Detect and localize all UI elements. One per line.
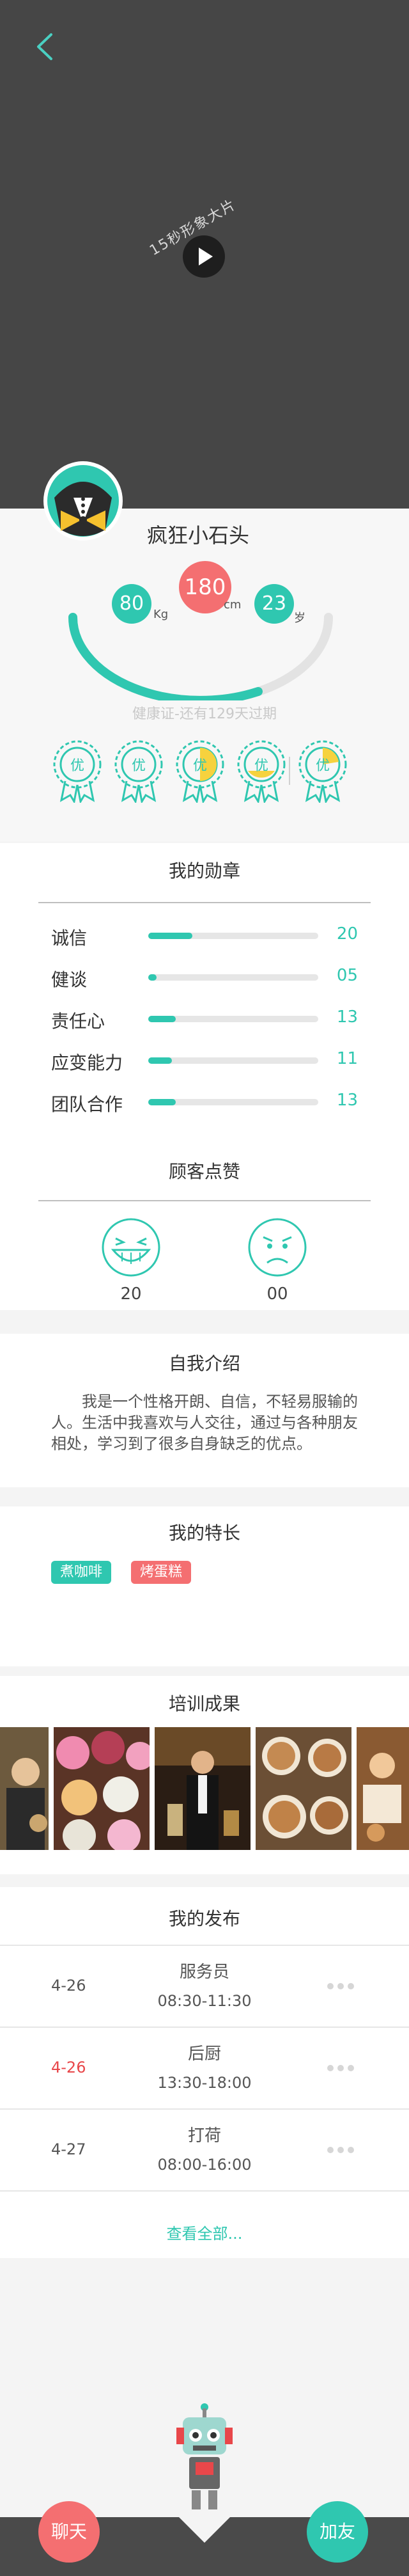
medal-bar-track — [148, 1057, 318, 1064]
medal-bar-fill — [148, 1099, 176, 1105]
medal-bar-fill — [148, 1057, 173, 1064]
happy-face-icon[interactable] — [100, 1217, 162, 1278]
weight-value: 80 — [119, 592, 144, 615]
add-friend-button[interactable]: 加友 — [307, 2501, 368, 2563]
medal-bar-value: 13 — [336, 1091, 358, 1110]
happy-count: 20 — [120, 1284, 142, 1304]
sad-face-icon[interactable] — [247, 1217, 308, 1278]
medal-bar-value: 05 — [336, 966, 358, 985]
post-row[interactable]: 4-26 后厨 13:30-18:00 — [0, 2028, 409, 2108]
medal-icon[interactable]: 优 — [112, 739, 165, 803]
divider — [38, 902, 371, 903]
height-unit: cm — [224, 598, 242, 612]
age-value: 23 — [261, 592, 287, 615]
medal-bar-label: 应变能力 — [51, 1052, 123, 1073]
medal-icon[interactable]: 优 — [174, 739, 226, 803]
posts-title: 我的发布 — [168, 1908, 240, 1929]
post-time: 08:00-16:00 — [157, 2156, 252, 2174]
medal-row: 优 优 优 优 优 — [51, 739, 358, 809]
divider — [38, 1200, 371, 1201]
medal-bar-value: 11 — [336, 1049, 358, 1068]
medal-bar-fill — [148, 933, 193, 939]
user-name: 疯狂小石头 — [147, 523, 250, 548]
age-unit: 岁 — [294, 612, 305, 625]
medal-icon[interactable]: 优 — [235, 739, 288, 803]
training-title: 培训成果 — [168, 1693, 240, 1714]
play-button[interactable] — [183, 235, 225, 278]
post-time: 13:30-18:00 — [157, 2074, 252, 2092]
intro-title: 自我介绍 — [168, 1353, 240, 1374]
medal-bar-track — [148, 933, 318, 939]
medal-icon[interactable]: 优 — [51, 739, 104, 803]
height-value: 180 — [184, 574, 226, 600]
medal-bar-track — [148, 1099, 318, 1105]
post-title: 服务员 — [179, 1963, 229, 1982]
medal-bar-track — [148, 974, 318, 981]
post-title: 后厨 — [187, 2044, 221, 2064]
training-photo[interactable] — [357, 1727, 409, 1850]
medal-bar-label: 团队合作 — [51, 1094, 123, 1115]
medal-label: 优 — [132, 758, 146, 774]
back-arrow-icon[interactable] — [32, 31, 58, 63]
medals-title: 我的勋章 — [168, 860, 240, 881]
training-photo[interactable] — [155, 1727, 251, 1850]
sad-count: 00 — [266, 1284, 288, 1304]
medal-bar-label: 健谈 — [51, 969, 88, 990]
weight-unit: Kg — [153, 608, 169, 621]
intro-text: 我是一个性格开朗、自信，不轻易服输的人。生活中我喜欢与人交往，通过与各种朋友相处… — [51, 1393, 358, 1453]
post-row[interactable]: 4-26 服务员 08:30-11:30 — [0, 1946, 409, 2027]
medal-bar-track — [148, 1016, 318, 1022]
robot-mascot-icon — [176, 2403, 233, 2509]
more-icon[interactable] — [327, 1983, 355, 1989]
medal-label: 优 — [316, 758, 330, 774]
more-icon[interactable] — [327, 2065, 355, 2071]
medal-label: 优 — [254, 758, 268, 774]
training-photo[interactable] — [0, 1727, 49, 1850]
training-photo[interactable] — [54, 1727, 150, 1850]
medal-bar-value: 20 — [336, 924, 358, 944]
avatar[interactable] — [42, 459, 125, 555]
view-all-link[interactable]: 查看全部... — [0, 2221, 409, 2243]
medal-icon[interactable]: 优 — [297, 739, 349, 803]
chat-button[interactable]: 聊天 — [38, 2501, 100, 2563]
post-row[interactable]: 4-27 打荷 08:00-16:00 — [0, 2110, 409, 2190]
skills-title: 我的特长 — [168, 1522, 240, 1544]
more-icon[interactable] — [327, 2147, 355, 2153]
skill-tag: 煮咖啡 — [51, 1561, 112, 1584]
divider — [0, 2190, 409, 2192]
weight-badge: 80 — [112, 584, 151, 624]
medal-divider — [289, 757, 290, 785]
health-certificate-status: 健康证-还有129天过期 — [132, 706, 277, 722]
medal-label: 优 — [70, 758, 84, 774]
medal-bar-fill — [148, 1016, 176, 1022]
training-photo[interactable] — [256, 1727, 351, 1850]
medal-bar-label: 诚信 — [51, 928, 88, 949]
medal-label: 优 — [193, 758, 207, 774]
praise-title: 顾客点赞 — [168, 1161, 240, 1182]
skill-tag: 烤蛋糕 — [131, 1561, 192, 1584]
post-time: 08:30-11:30 — [157, 1992, 252, 2010]
post-title: 打荷 — [187, 2126, 221, 2145]
medal-bar-label: 责任心 — [51, 1011, 105, 1032]
medal-bar-value: 13 — [336, 1007, 358, 1027]
age-badge: 23 — [254, 584, 294, 624]
medal-bar-fill — [148, 974, 157, 981]
